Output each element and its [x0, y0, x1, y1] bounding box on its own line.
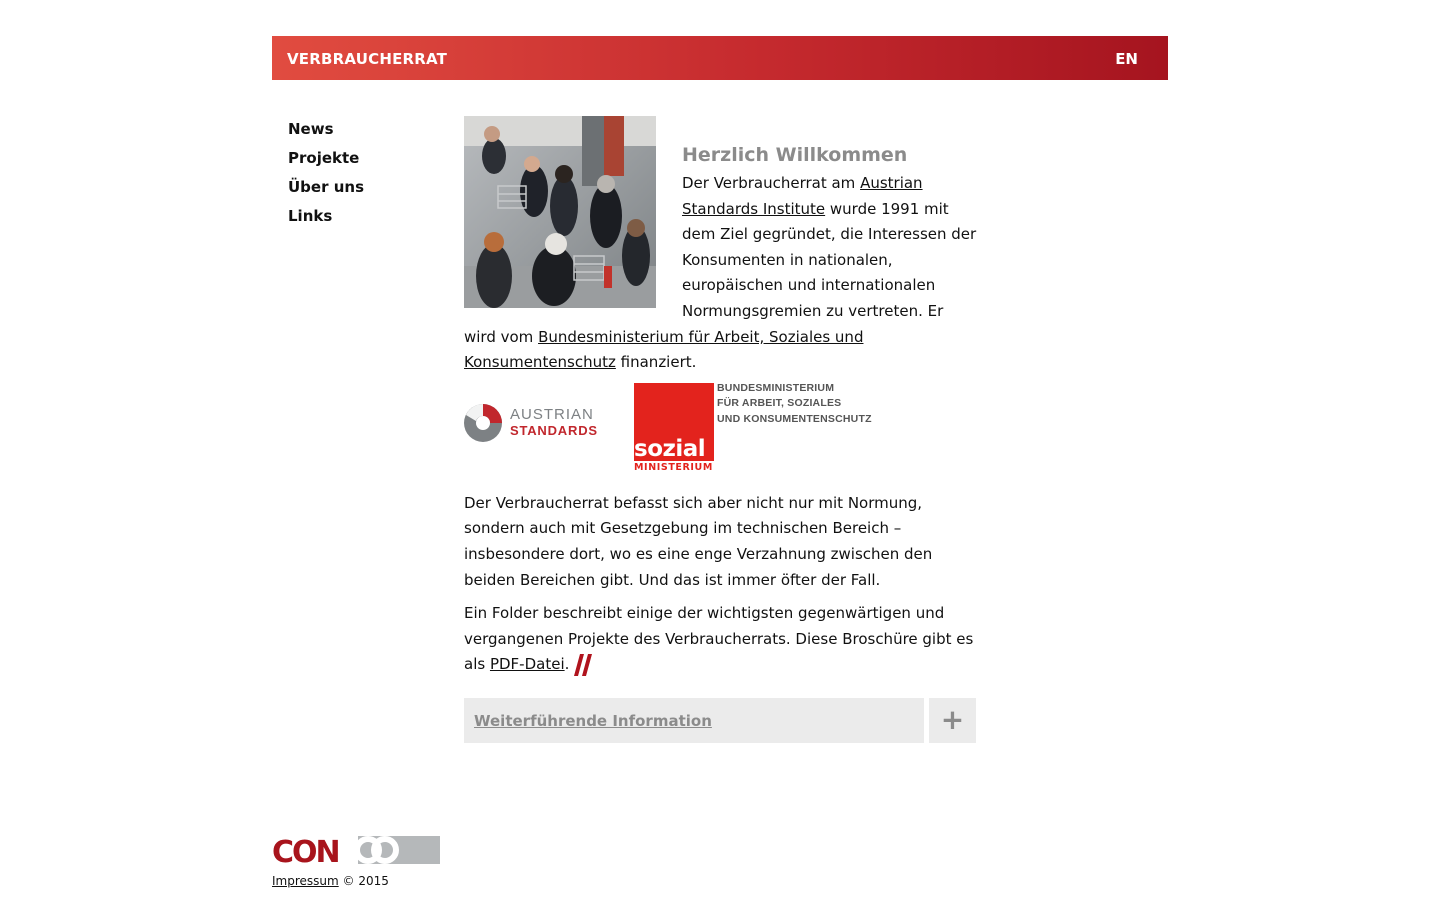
footer-text: Impressum © 2015 [272, 874, 389, 888]
double-slash-icon [574, 653, 593, 676]
folder-end: . [564, 655, 570, 674]
sozialministerium-ministerium-text: MINISTERIUM [634, 460, 714, 475]
site-header: VERBRAUCHERRAT EN [272, 36, 1168, 80]
intro-text-1: Der Verbraucherrat am [682, 174, 861, 192]
sozialministerium-full-name: BUNDESMINISTERIUM FÜR ARBEIT, SOZIALES U… [717, 381, 872, 428]
conco-logo: CON [272, 835, 440, 870]
copyright-text: © 2015 [338, 874, 389, 888]
sozialministerium-logo[interactable]: sozial MINISTERIUM BUNDESMINISTERIUM FÜR… [634, 381, 874, 475]
conco-logo-graphic: CON [272, 835, 440, 870]
austrian-standards-logo[interactable]: AUSTRIAN STANDARDS [464, 403, 616, 445]
main-nav: News Projekte Über uns Links [288, 116, 364, 232]
intro-text-3: finanziert. [615, 353, 697, 372]
nav-item-links[interactable]: Links [288, 203, 364, 232]
plus-icon[interactable]: + [929, 698, 976, 743]
nav-item-ueber-uns[interactable]: Über uns [288, 174, 364, 203]
sozialministerium-line3: UND KONSUMENTENSCHUTZ [717, 412, 872, 425]
sozialministerium-line2: FÜR ARBEIT, SOZIALES [717, 397, 842, 410]
photo-illustration [464, 116, 656, 308]
pdf-link[interactable]: PDF-Datei [490, 655, 565, 673]
sozialministerium-line1: BUNDESMINISTERIUM [717, 381, 835, 394]
language-switch-en[interactable]: EN [1115, 36, 1138, 80]
conco-logo-text: CON [272, 836, 339, 864]
sozialministerium-sozial-text: sozial [634, 435, 706, 462]
further-information-accordion: Weiterführende Information + [464, 698, 976, 743]
shoppers-photo [464, 116, 656, 308]
austrian-standards-line2: STANDARDS [510, 422, 598, 438]
site-brand-link[interactable]: VERBRAUCHERRAT [287, 36, 447, 80]
partner-logos: AUSTRIAN STANDARDS sozial MINISTERIUM BU… [464, 381, 978, 479]
nav-item-news[interactable]: News [288, 116, 364, 145]
austrian-standards-line1: AUSTRIAN [510, 405, 594, 423]
sozialministerium-red-block: sozial MINISTERIUM [634, 382, 714, 475]
impressum-link[interactable]: Impressum [272, 874, 339, 888]
paragraph-folder: Ein Folder beschreibt einige der wichtig… [464, 601, 978, 678]
nav-item-projekte[interactable]: Projekte [288, 145, 364, 174]
further-information-toggle[interactable]: Weiterführende Information [464, 698, 924, 743]
paragraph-normung: Der Verbraucherrat befasst sich aber nic… [464, 493, 933, 589]
main-content: Herzlich Willkommen Der Verbraucherrat a… [464, 116, 978, 686]
